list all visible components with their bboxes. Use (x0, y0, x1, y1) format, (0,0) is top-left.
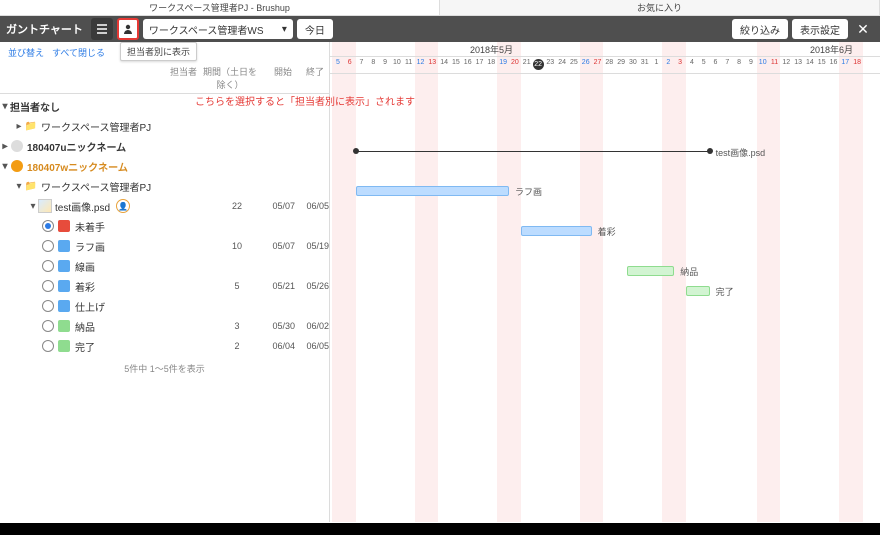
status-swatch (58, 300, 70, 312)
status-row[interactable]: 線画 (0, 256, 329, 276)
bottom-bar (0, 523, 880, 535)
status-label: 納品 (75, 319, 95, 334)
display-settings-button[interactable]: 表示設定 (792, 19, 848, 39)
folder-icon: 📁 (24, 179, 38, 193)
tree-project-1[interactable]: ▸📁ワークスペース管理者PJ (0, 116, 329, 136)
gantt-bar[interactable] (686, 286, 710, 296)
callout-text: こちらを選択すると「担当者別に表示」されます (195, 93, 415, 108)
status-radio[interactable] (42, 280, 54, 292)
status-radio[interactable] (42, 220, 54, 232)
left-column-headers: 担当者 期間（土日を除く） 開始 終了 (0, 63, 329, 94)
by-assignee-view-icon[interactable] (117, 18, 139, 40)
left-panel: 並び替え すべて閉じる 担当者 期間（土日を除く） 開始 終了 ▾担当者なし ▸… (0, 42, 330, 522)
gantt-header: 2018年5月2018年6月 5678910111213141516171819… (330, 42, 880, 74)
status-swatch (58, 280, 70, 292)
gantt-body[interactable]: test画像.psdラフ画着彩納品完了 (330, 74, 880, 522)
group-user-w[interactable]: ▾180407wニックネーム (0, 156, 329, 176)
status-row[interactable]: 未着手 (0, 216, 329, 236)
status-row[interactable]: 完了206/0406/05 (0, 336, 329, 356)
thumbnail-icon (38, 199, 52, 213)
status-label: 線画 (75, 259, 95, 274)
workspace-select[interactable]: ワークスペース管理者WS▾ (143, 19, 293, 39)
chevron-down-icon: ▾ (282, 24, 287, 35)
status-row[interactable]: ラフ画1005/0705/19 (0, 236, 329, 256)
gantt-bar[interactable] (627, 266, 674, 276)
page-title: ガントチャート (6, 21, 83, 37)
gantt-bar[interactable] (521, 226, 592, 236)
today-button[interactable]: 今日 (297, 19, 333, 39)
status-label: 着彩 (75, 279, 95, 294)
tree: ▾担当者なし ▸📁ワークスペース管理者PJ ▸180407uニックネーム ▾18… (0, 94, 329, 358)
close-icon[interactable]: ✕ (852, 21, 874, 38)
status-swatch (58, 260, 70, 272)
status-label: 完了 (75, 339, 95, 354)
tooltip-by-assignee: 担当者別に表示 (120, 42, 197, 61)
status-radio[interactable] (42, 300, 54, 312)
list-view-icon[interactable] (91, 18, 113, 40)
tree-project-2[interactable]: ▾📁ワークスペース管理者PJ (0, 176, 329, 196)
gantt-panel: 2018年5月2018年6月 5678910111213141516171819… (330, 42, 880, 522)
status-swatch (58, 240, 70, 252)
status-radio[interactable] (42, 260, 54, 272)
pagination-note: 5件中 1〜5件を表示 (0, 358, 329, 379)
browser-tabs: ワークスペース管理者PJ - Brushup お気に入り + (0, 0, 880, 16)
status-radio[interactable] (42, 340, 54, 352)
assignee-icon: 👤 (116, 199, 130, 213)
status-radio[interactable] (42, 240, 54, 252)
status-radio[interactable] (42, 320, 54, 332)
status-swatch (58, 320, 70, 332)
folder-icon: 📁 (24, 119, 38, 133)
tree-item[interactable]: ▾ test画像.psd 👤 22 05/07 06/05 (0, 196, 329, 216)
collapse-all-link[interactable]: すべて閉じる (52, 46, 105, 59)
status-label: ラフ画 (75, 239, 105, 254)
status-row[interactable]: 仕上げ (0, 296, 329, 316)
status-row[interactable]: 納品305/3006/02 (0, 316, 329, 336)
status-row[interactable]: 着彩505/2105/26 (0, 276, 329, 296)
toolbar: ガントチャート ワークスペース管理者WS▾ 今日 絞り込み 表示設定 ✕ (0, 16, 880, 42)
status-swatch (58, 340, 70, 352)
tab-active[interactable]: ワークスペース管理者PJ - Brushup (0, 0, 440, 15)
group-user-u[interactable]: ▸180407uニックネーム (0, 136, 329, 156)
gantt-bar[interactable] (356, 186, 509, 196)
filter-button[interactable]: 絞り込み (732, 19, 788, 39)
sort-link[interactable]: 並び替え (8, 46, 44, 59)
status-swatch (58, 220, 70, 232)
status-label: 仕上げ (75, 299, 105, 314)
status-label: 未着手 (75, 219, 105, 234)
tab-inactive[interactable]: お気に入り (440, 0, 880, 15)
